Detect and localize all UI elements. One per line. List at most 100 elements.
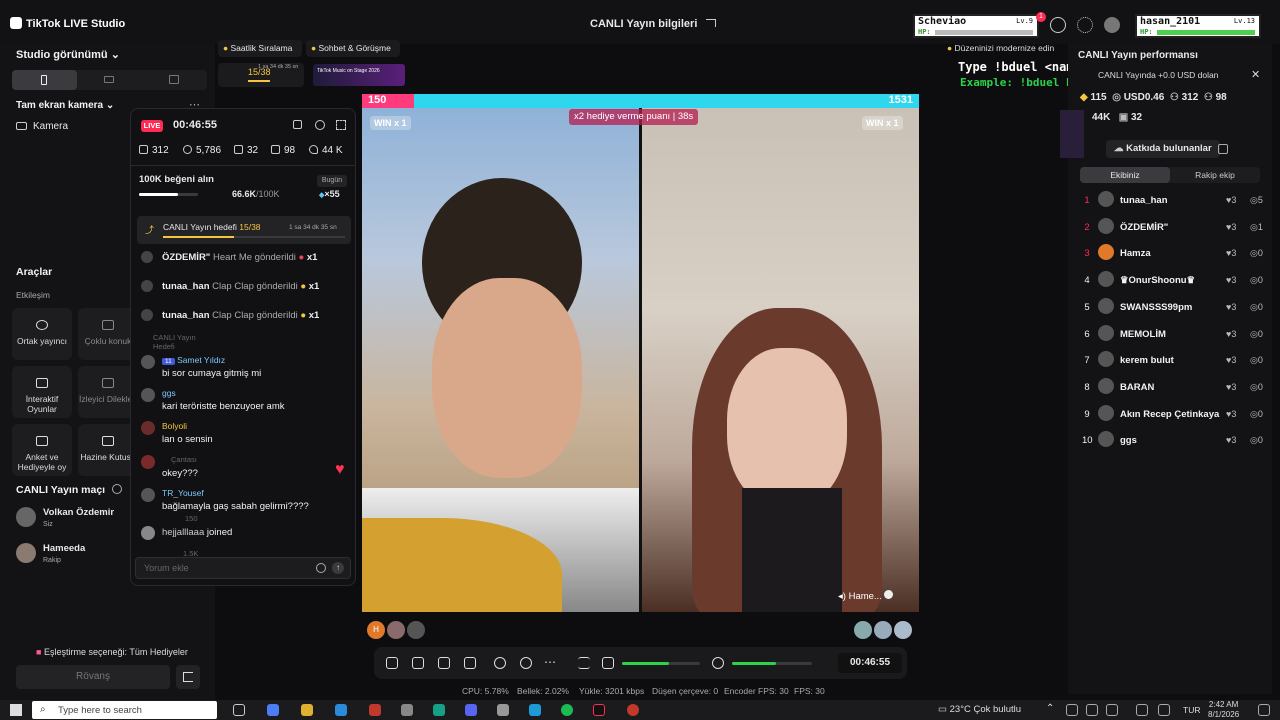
tab-opponent-team[interactable]: Rakip ekip [1170,167,1260,183]
ranking-row[interactable]: 10 ggs ♥3 ◎0 [1068,427,1272,453]
lock-icon[interactable] [293,120,302,129]
top-gifter-avatar[interactable] [387,621,405,639]
tile-viewer-wishes[interactable]: İzleyici Dilekleri [78,366,138,418]
live-goal-card[interactable]: ⤴ CANLI Yayın hedefi 15/38 1 sa 34 dk 35… [137,216,351,244]
tab-chat-meeting-label: Sohbet & Görüşme [318,43,391,53]
app-icon[interactable] [433,704,445,716]
opponent-gifter-avatar[interactable] [854,621,872,639]
live-info-link[interactable]: CANLI Yayın bilgileri [590,18,717,30]
popout-icon[interactable] [336,120,346,130]
send-icon[interactable]: ↑ [332,562,344,574]
camera-source[interactable]: Kamera [16,121,68,132]
file-explorer-icon[interactable] [301,704,313,716]
app-icon[interactable] [627,704,639,716]
camera-settings-icon[interactable] [412,657,424,669]
tab-chat-meeting[interactable]: ● Sohbet & Görüşme [306,40,400,57]
add-source-icon[interactable] [464,657,476,669]
ranking-row[interactable]: 3 Hamza ♥3 ◎0 [1068,240,1272,266]
windows-start-icon[interactable] [10,704,22,716]
help-icon[interactable] [1050,17,1066,33]
tray-icon[interactable] [1106,704,1118,716]
copilot-icon[interactable] [267,704,279,716]
speaker-icon[interactable] [602,657,614,669]
screenshot-icon[interactable] [520,657,532,669]
ranking-row[interactable]: 8 BARAN ♥3 ◎0 [1068,374,1272,400]
tile-treasure-box[interactable]: Hazine Kutusu [78,424,138,476]
contributors-button[interactable]: ☁ Katkıda bulunanlar [1106,140,1220,158]
more-icon[interactable]: ⋯ [544,655,556,669]
settings-gear-icon[interactable] [1077,17,1093,33]
comment-input[interactable]: Yorum ekle ↑ [135,557,351,579]
effects-icon[interactable] [386,657,398,669]
portrait-mode-button[interactable] [12,70,77,90]
volume-icon[interactable] [1158,704,1170,716]
mini-live-goal[interactable]: 15/38 1 sa 34 dk 35 sn [218,63,304,87]
microphone-icon[interactable] [712,657,724,669]
spotify-icon[interactable] [561,704,573,716]
exit-match-button[interactable] [176,665,200,689]
language-indicator[interactable]: TUR [1183,705,1200,715]
music-on-stage-banner[interactable]: TikTok Music on Stage 2026 [313,64,405,86]
top-gifter-avatar[interactable] [407,621,425,639]
record-icon[interactable] [494,657,506,669]
settings-icon[interactable] [315,120,325,130]
tab-hourly-ranking[interactable]: ● Saatlik Sıralama [218,40,302,57]
mic-volume-slider[interactable] [732,662,812,665]
fullscreen-camera-dropdown[interactable]: Tam ekran kamera ⌄ [16,100,114,111]
tile-cohost[interactable]: Ortak yayıncı [12,308,72,360]
list-icon[interactable] [1218,144,1228,154]
notifications-icon[interactable] [1258,704,1270,716]
rank-number: 5 [1084,301,1090,313]
weather-widget[interactable]: ▭ 23°C Çok bulutlu [938,704,1021,715]
emoji-icon[interactable] [316,563,326,573]
opponent-gifter-avatar[interactable] [874,621,892,639]
app-icon[interactable] [529,704,541,716]
app-icon[interactable] [401,704,413,716]
exit-icon [183,672,193,682]
tile-poll[interactable]: Anket ve Hediyeyle oy [12,424,72,476]
avatar [1098,244,1114,261]
tray-chevron-icon[interactable]: ⌃ [1046,703,1054,714]
tile-multiguest[interactable]: Çoklu konuk [78,308,138,360]
tiktok-icon[interactable] [593,704,605,716]
modernize-hint[interactable]: ● Düzeninizi modernize edin [947,43,1054,55]
right-score: 1531 [888,94,913,106]
clock[interactable]: 2:42 AM 8/1/2026 [1208,700,1239,720]
tile-interactive-games[interactable]: İnteraktif Oyunlar [12,366,72,418]
landscape-mode-button[interactable] [77,70,142,90]
app-icon[interactable] [369,704,381,716]
dual-mode-button[interactable] [142,70,207,90]
discord-icon[interactable] [465,704,477,716]
ranking-row[interactable]: 1 tunaa_han ♥3 ◎5 [1068,187,1272,213]
studio-view-dropdown[interactable]: Studio görünümü ⌄ [16,48,120,61]
edge-icon[interactable] [335,704,347,716]
speaker-volume-slider[interactable] [622,662,700,665]
ranking-row[interactable]: 4 ♛OnurShoonu♛ ♥3 ◎0 [1068,267,1272,293]
profile-avatar[interactable] [1104,17,1120,33]
opponent-gifter-avatar[interactable] [894,621,912,639]
taskbar-search[interactable]: ⌕ Type here to search [32,701,217,719]
matching-option[interactable]: ■ Eşleştirme seçeneği: Tüm Hediyeler [36,647,188,657]
tray-icon[interactable] [1066,704,1078,716]
avatar [141,355,155,369]
task-view-icon[interactable] [233,704,245,716]
ranking-row[interactable]: 2 ÖZDEMİR" ♥3 ◎1 [1068,214,1272,240]
app-icon[interactable] [497,704,509,716]
opponent-name-tag[interactable]: ◂) Hame... [838,590,894,602]
ranking-row[interactable]: 7 kerem bulut ♥3 ◎0 [1068,347,1272,373]
info-icon[interactable] [112,484,123,494]
gift-icon: ■ [36,647,42,657]
close-icon[interactable]: ✕ [1251,68,1260,81]
ai-icon[interactable] [438,657,450,669]
ranking-row[interactable]: 6 MEMOLİM ♥3 ◎0 [1068,321,1272,347]
coin-icon: ◎ [1250,355,1258,366]
ranking-row[interactable]: 9 Akın Recep Çetinkaya ♥3 ◎0 [1068,401,1272,427]
rematch-button[interactable]: Rövanş [16,665,170,689]
network-icon[interactable] [1136,704,1148,716]
top-gifter-avatar[interactable]: H [367,621,385,639]
ranking-row[interactable]: 5 SWANSSS99pm ♥3 ◎0 [1068,294,1272,320]
avatar [1098,217,1114,234]
tray-icon[interactable] [1086,704,1098,716]
tab-your-team[interactable]: Ekibiniz [1080,167,1170,183]
mixer-icon[interactable] [578,657,590,669]
